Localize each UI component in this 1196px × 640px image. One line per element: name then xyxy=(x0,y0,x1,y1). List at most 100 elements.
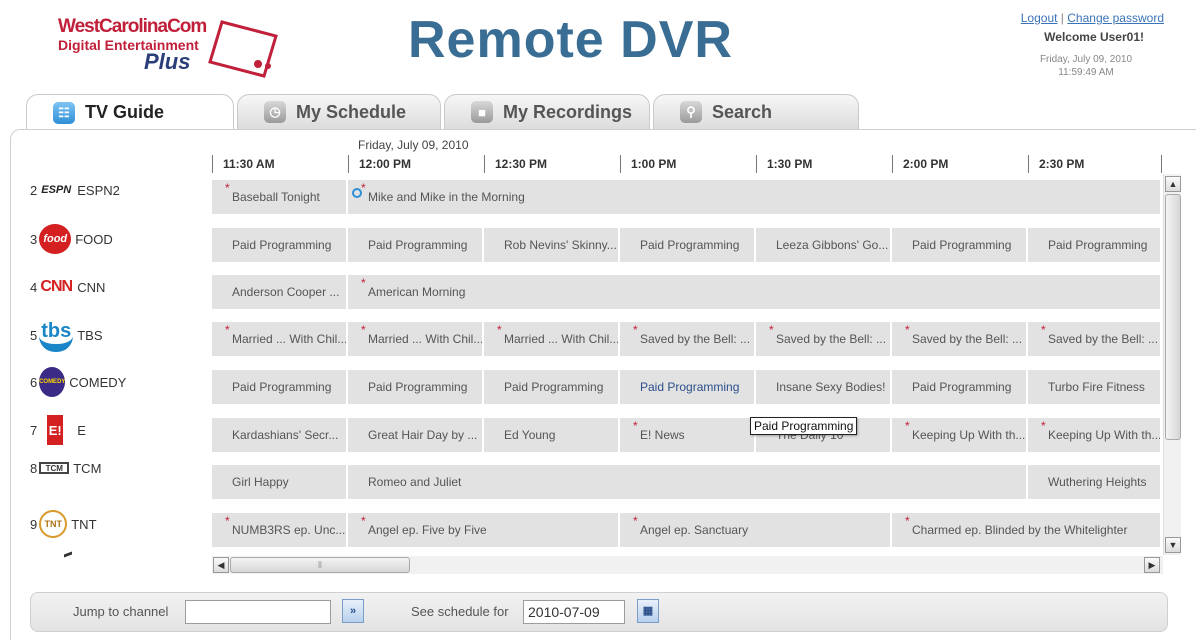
program-cell[interactable]: Mike and Mike in the Morning xyxy=(348,180,1162,214)
time-slot: 2:00 PM xyxy=(892,155,948,173)
schedule-date-input[interactable] xyxy=(523,600,625,624)
tab-tv-guide[interactable]: ☷ TV Guide xyxy=(26,94,234,130)
tv-guide-icon: ☷ xyxy=(53,101,75,124)
tab-label: My Schedule xyxy=(296,101,407,122)
program-cell[interactable]: Married ... With Chil... xyxy=(348,322,484,356)
program-cell[interactable]: Paid Programming xyxy=(212,370,348,404)
channel-comedy[interactable]: 6 COMEDY COMEDY xyxy=(30,362,205,402)
program-cell[interactable]: Keeping Up With th... xyxy=(892,418,1028,452)
link-separator: | xyxy=(1060,11,1064,25)
program-cell[interactable]: Paid Programming xyxy=(892,370,1028,404)
change-password-link[interactable]: Change password xyxy=(1067,11,1164,25)
program-cell[interactable]: Paid Programming xyxy=(348,370,484,404)
program-cell[interactable]: Paid Programming xyxy=(212,228,348,262)
jump-go-button[interactable]: » xyxy=(342,599,364,623)
scroll-left-arrow-icon[interactable]: ◀ xyxy=(213,557,229,573)
program-cell[interactable]: NUMB3RS ep. Unc... xyxy=(212,513,348,547)
program-cell[interactable]: Girl Happy xyxy=(212,465,348,499)
current-datetime: Friday, July 09, 2010 11:59:49 AM xyxy=(1031,53,1141,79)
program-cell[interactable]: Married ... With Chil... xyxy=(484,322,620,356)
tab-label: TV Guide xyxy=(85,102,165,122)
program-cell[interactable]: American Morning xyxy=(348,275,1162,309)
program-cell[interactable]: Kardashians' Secr... xyxy=(212,418,348,452)
program-cell[interactable]: Saved by the Bell: ... xyxy=(892,322,1028,356)
channel-e[interactable]: 7 E! E xyxy=(30,410,205,450)
program-cell[interactable]: Paid Programming xyxy=(620,228,756,262)
logo-tv-graphic xyxy=(208,20,278,78)
clock-icon: ◷ xyxy=(264,101,286,123)
see-schedule-label: See schedule for xyxy=(411,604,509,619)
program-cell[interactable]: Baseball Tonight xyxy=(212,180,348,214)
program-cell[interactable]: Great Hair Day by ... xyxy=(348,418,484,452)
program-cell[interactable]: Paid Programming xyxy=(484,370,620,404)
channel-number: 6 xyxy=(30,374,38,390)
channel-number: 7 xyxy=(30,422,38,438)
channel-number: 8 xyxy=(30,460,38,476)
scroll-down-arrow-icon[interactable]: ▼ xyxy=(1165,537,1181,553)
program-cell[interactable]: Paid Programming xyxy=(348,228,484,262)
scroll-up-arrow-icon[interactable]: ▲ xyxy=(1165,176,1181,192)
vertical-scrollbar[interactable]: ▲ ▼ xyxy=(1163,174,1181,555)
program-cell[interactable]: Saved by the Bell: ... xyxy=(756,322,892,356)
page-title: Remote DVR xyxy=(408,11,733,69)
program-cell[interactable]: Angel ep. Sanctuary xyxy=(620,513,892,547)
horizontal-scrollbar[interactable]: ◀ ⦀ ▶ xyxy=(212,556,1163,574)
program-cell[interactable]: Paid Programming xyxy=(892,228,1028,262)
program-cell[interactable]: Romeo and Juliet xyxy=(348,465,1028,499)
channel-tbs[interactable]: 5 tbs TBS xyxy=(30,315,205,355)
program-cell[interactable]: Paid Programming xyxy=(1028,228,1162,262)
program-cell[interactable]: Keeping Up With th... xyxy=(1028,418,1162,452)
horizontal-scroll-thumb[interactable]: ⦀ xyxy=(230,557,410,573)
logout-link[interactable]: Logout xyxy=(1021,11,1058,25)
program-cell[interactable]: Turbo Fire Fitness xyxy=(1028,370,1162,404)
channel-name: TCM xyxy=(73,460,102,476)
program-cell[interactable]: Paid Programming xyxy=(620,370,756,404)
channel-number: 9 xyxy=(30,516,38,532)
channel-espn2[interactable]: 2 ESPN ESPN2 xyxy=(30,170,205,210)
time-slot: 2:30 PM xyxy=(1028,155,1084,173)
program-cell[interactable]: Ed Young xyxy=(484,418,620,452)
channel-tnt[interactable]: 9 TNT TNT xyxy=(30,504,205,544)
channel-number: 4 xyxy=(30,279,38,295)
logo-line-1: WestCarolinaCom xyxy=(58,16,207,37)
brand-logo: WestCarolinaCom Digital Entertainment Pl… xyxy=(52,12,282,80)
channel-name: TBS xyxy=(77,327,103,343)
program-cell[interactable]: Anderson Cooper ... xyxy=(212,275,348,309)
channel-number: 2 xyxy=(30,182,38,198)
program-cell[interactable]: Leeza Gibbons' Go... xyxy=(756,228,892,262)
tab-search[interactable]: ⚲ Search xyxy=(653,94,859,129)
espn2-logo-icon: ESPN xyxy=(41,184,72,196)
program-cell[interactable]: Wuthering Heights xyxy=(1028,465,1162,499)
jump-to-channel-input[interactable] xyxy=(185,600,331,624)
channel-food[interactable]: 3 food FOOD xyxy=(30,219,205,259)
channel-tcm[interactable]: 8 TCM TCM xyxy=(30,448,205,488)
tab-my-schedule[interactable]: ◷ My Schedule xyxy=(237,94,441,129)
e-logo-icon: E! xyxy=(47,415,64,445)
channel-number: 5 xyxy=(30,327,38,343)
program-cell[interactable]: Saved by the Bell: ... xyxy=(620,322,756,356)
channel-name: COMEDY xyxy=(69,374,127,390)
program-title: Mike and Mike in the Morning xyxy=(368,190,525,204)
channel-name: E xyxy=(77,422,86,438)
channel-number: 3 xyxy=(30,231,38,247)
program-cell[interactable]: Insane Sexy Bodies! xyxy=(756,370,892,404)
program-cell[interactable]: E! News xyxy=(620,418,756,452)
guide-date-header: Friday, July 09, 2010 xyxy=(358,138,469,152)
time-slot-end-divider xyxy=(1161,155,1162,173)
channel-name: ESPN2 xyxy=(77,182,120,198)
tab-my-recordings[interactable]: ■ My Recordings xyxy=(444,94,650,129)
channel-name: FOOD xyxy=(75,231,113,247)
program-cell[interactable]: Saved by the Bell: ... xyxy=(1028,322,1162,356)
tab-label: Search xyxy=(712,101,773,122)
vertical-scroll-thumb[interactable] xyxy=(1165,194,1181,440)
food-logo-icon: food xyxy=(39,224,72,254)
program-cell[interactable]: Rob Nevins' Skinny... xyxy=(484,228,620,262)
scroll-right-arrow-icon[interactable]: ▶ xyxy=(1144,557,1160,573)
guide-footer-bar: Jump to channel » See schedule for ▦ xyxy=(30,592,1168,632)
program-cell[interactable]: Married ... With Chil... xyxy=(212,322,348,356)
welcome-message: Welcome User01! xyxy=(1044,30,1144,44)
program-cell[interactable]: Charmed ep. Blinded by the Whitelighter xyxy=(892,513,1162,547)
program-cell[interactable]: Angel ep. Five by Five xyxy=(348,513,620,547)
calendar-icon[interactable]: ▦ xyxy=(637,599,659,623)
channel-cnn[interactable]: 4 CNN CNN xyxy=(30,267,205,307)
